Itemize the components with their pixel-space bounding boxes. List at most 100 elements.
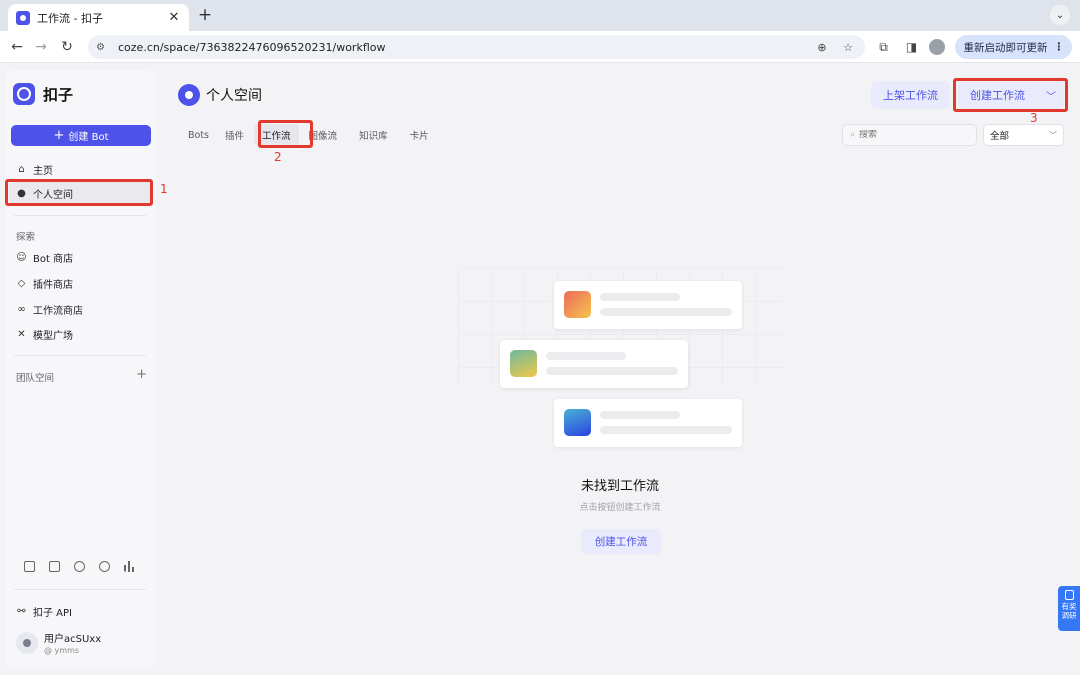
- brand-name: 扣子: [43, 85, 74, 104]
- tab-title: 工作流 - 扣子: [37, 11, 103, 25]
- search-input[interactable]: [859, 130, 960, 140]
- sidebar-item-label: 工作流商店: [33, 305, 83, 317]
- sidebar-item-api[interactable]: ⚯ 扣子 API: [9, 600, 152, 622]
- sidebar-item-model-square[interactable]: ✕ 模型广场: [9, 323, 152, 345]
- sidebar: 扣子 + 创建 Bot ⌂ 主页 ● 个人空间 探索 ☺ Bot 商店 ◇ 插件…: [5, 70, 156, 668]
- browser-tab[interactable]: 工作流 - 扣子 ✕: [8, 4, 189, 31]
- filter-select-value: 全部: [990, 131, 1010, 142]
- sidebar-item-label: 扣子 API: [33, 607, 72, 619]
- bookmark-star-icon[interactable]: ☆: [839, 41, 857, 54]
- mail-icon[interactable]: [49, 561, 60, 572]
- sidebar-item-plugin-store[interactable]: ◇ 插件商店: [9, 272, 152, 294]
- search-box[interactable]: ⌕: [842, 124, 977, 146]
- skeleton-line: [546, 367, 678, 375]
- skeleton-line: [546, 352, 626, 360]
- tab-knowledge[interactable]: 知识库: [351, 124, 396, 146]
- new-tab-button[interactable]: +: [196, 5, 214, 25]
- add-team-icon[interactable]: +: [136, 367, 147, 382]
- filter-select[interactable]: 全部 ﹀: [983, 124, 1064, 146]
- avatar: [16, 631, 38, 654]
- empty-create-workflow-button[interactable]: 创建工作流: [581, 529, 661, 554]
- divider: [14, 589, 146, 590]
- annotation-box-1: [5, 179, 153, 206]
- tab-cards[interactable]: 卡片: [402, 124, 437, 146]
- illustration-tile: [564, 409, 591, 436]
- stats-icon[interactable]: [124, 561, 135, 572]
- skeleton-line: [600, 308, 732, 316]
- chevron-down-icon: ﹀: [1049, 130, 1057, 140]
- annotation-number-3: 3: [1030, 111, 1038, 125]
- create-bot-label: 创建 Bot: [68, 132, 109, 143]
- divider: [14, 355, 146, 356]
- search-icon: ⌕: [850, 130, 856, 140]
- sidebar-item-label: 插件商店: [33, 279, 73, 291]
- sidebar-item-label: 模型广场: [33, 330, 73, 342]
- forward-button[interactable]: →: [30, 36, 52, 58]
- more-menu-icon[interactable]: ⋮: [1054, 41, 1065, 53]
- user-name: 用户acSUxx: [44, 634, 102, 645]
- cube-icon: ◇: [17, 277, 26, 289]
- empty-state-title: 未找到工作流: [580, 479, 659, 494]
- annotation-number-1: 1: [160, 182, 168, 196]
- brand-logo[interactable]: 扣子: [13, 83, 73, 105]
- back-button[interactable]: ←: [6, 36, 28, 58]
- profile-avatar[interactable]: [928, 39, 945, 55]
- url-text: coze.cn/space/7363822476096520231/workfl…: [118, 40, 386, 54]
- annotation-box-2: [258, 120, 313, 148]
- skeleton-line: [600, 426, 732, 434]
- sidebar-item-workflow-store[interactable]: ∞ 工作流商店: [9, 298, 152, 320]
- document-icon[interactable]: [24, 561, 35, 572]
- reload-button[interactable]: ↻: [56, 36, 78, 58]
- illustration-tile: [564, 291, 591, 318]
- coze-logo-icon: [13, 83, 35, 105]
- create-bot-button[interactable]: + 创建 Bot: [11, 125, 151, 146]
- page-header: 个人空间: [178, 84, 262, 106]
- publish-workflow-button[interactable]: 上架工作流: [871, 81, 950, 109]
- annotation-box-3: [953, 78, 1068, 112]
- community-icon[interactable]: [74, 561, 85, 572]
- user-id: @ ymms: [44, 646, 80, 655]
- browser-toolbar: ← → ↻ ⚙ coze.cn/space/736382247609652023…: [0, 31, 1080, 63]
- footer-icon-row: [24, 561, 149, 572]
- illustration-card: [554, 281, 742, 329]
- update-button-label: 重新启动即可更新: [963, 41, 1048, 54]
- address-bar[interactable]: ⚙ coze.cn/space/7363822476096520231/work…: [88, 35, 865, 59]
- wechat-icon[interactable]: [99, 561, 110, 572]
- page-title: 个人空间: [206, 88, 262, 104]
- survey-label-1: 有奖: [1061, 602, 1077, 611]
- survey-label-2: 调研: [1061, 611, 1077, 620]
- user-profile[interactable]: 用户acSUxx @ ymms: [16, 630, 101, 655]
- home-icon: ⌂: [18, 163, 25, 175]
- zoom-icon[interactable]: ⊕: [813, 41, 831, 54]
- model-icon: ✕: [17, 328, 26, 340]
- tab-plugins[interactable]: 插件: [217, 124, 252, 146]
- survey-floating-button[interactable]: 有奖 调研: [1058, 586, 1080, 631]
- empty-state-subtitle: 点击按钮创建工作流: [579, 503, 661, 513]
- close-tab-icon[interactable]: ✕: [167, 10, 181, 25]
- bot-icon: ☺: [16, 251, 27, 263]
- coze-favicon-icon: [16, 10, 30, 25]
- illustration-tile: [510, 350, 537, 377]
- update-button[interactable]: 重新启动即可更新 ⋮: [954, 35, 1072, 59]
- sidebar-item-bot-store[interactable]: ☺ Bot 商店: [9, 246, 152, 268]
- site-settings-icon[interactable]: ⚙: [96, 42, 110, 53]
- divider: [14, 215, 146, 216]
- space-avatar-icon: [178, 84, 200, 106]
- tab-search-button[interactable]: ⌄: [1050, 5, 1070, 25]
- extensions-icon[interactable]: ⧉: [873, 36, 895, 58]
- explore-section-title: 探索: [16, 232, 36, 243]
- team-space-title: 团队空间: [16, 373, 55, 384]
- skeleton-line: [600, 411, 680, 419]
- sidebar-item-label: 主页: [33, 165, 53, 177]
- plus-icon: +: [53, 128, 65, 143]
- workflow-icon: ∞: [17, 303, 26, 315]
- illustration-card: [500, 340, 688, 388]
- illustration-card: [554, 399, 742, 447]
- tab-bots[interactable]: Bots: [180, 124, 217, 146]
- clipboard-icon: [1064, 590, 1074, 600]
- side-panel-icon[interactable]: ◨: [901, 36, 923, 58]
- sidebar-item-home[interactable]: ⌂ 主页: [9, 158, 152, 180]
- sidebar-item-label: Bot 商店: [33, 253, 74, 265]
- browser-tabstrip: 工作流 - 扣子 ✕ + ⌄: [0, 0, 1080, 31]
- skeleton-line: [600, 293, 680, 301]
